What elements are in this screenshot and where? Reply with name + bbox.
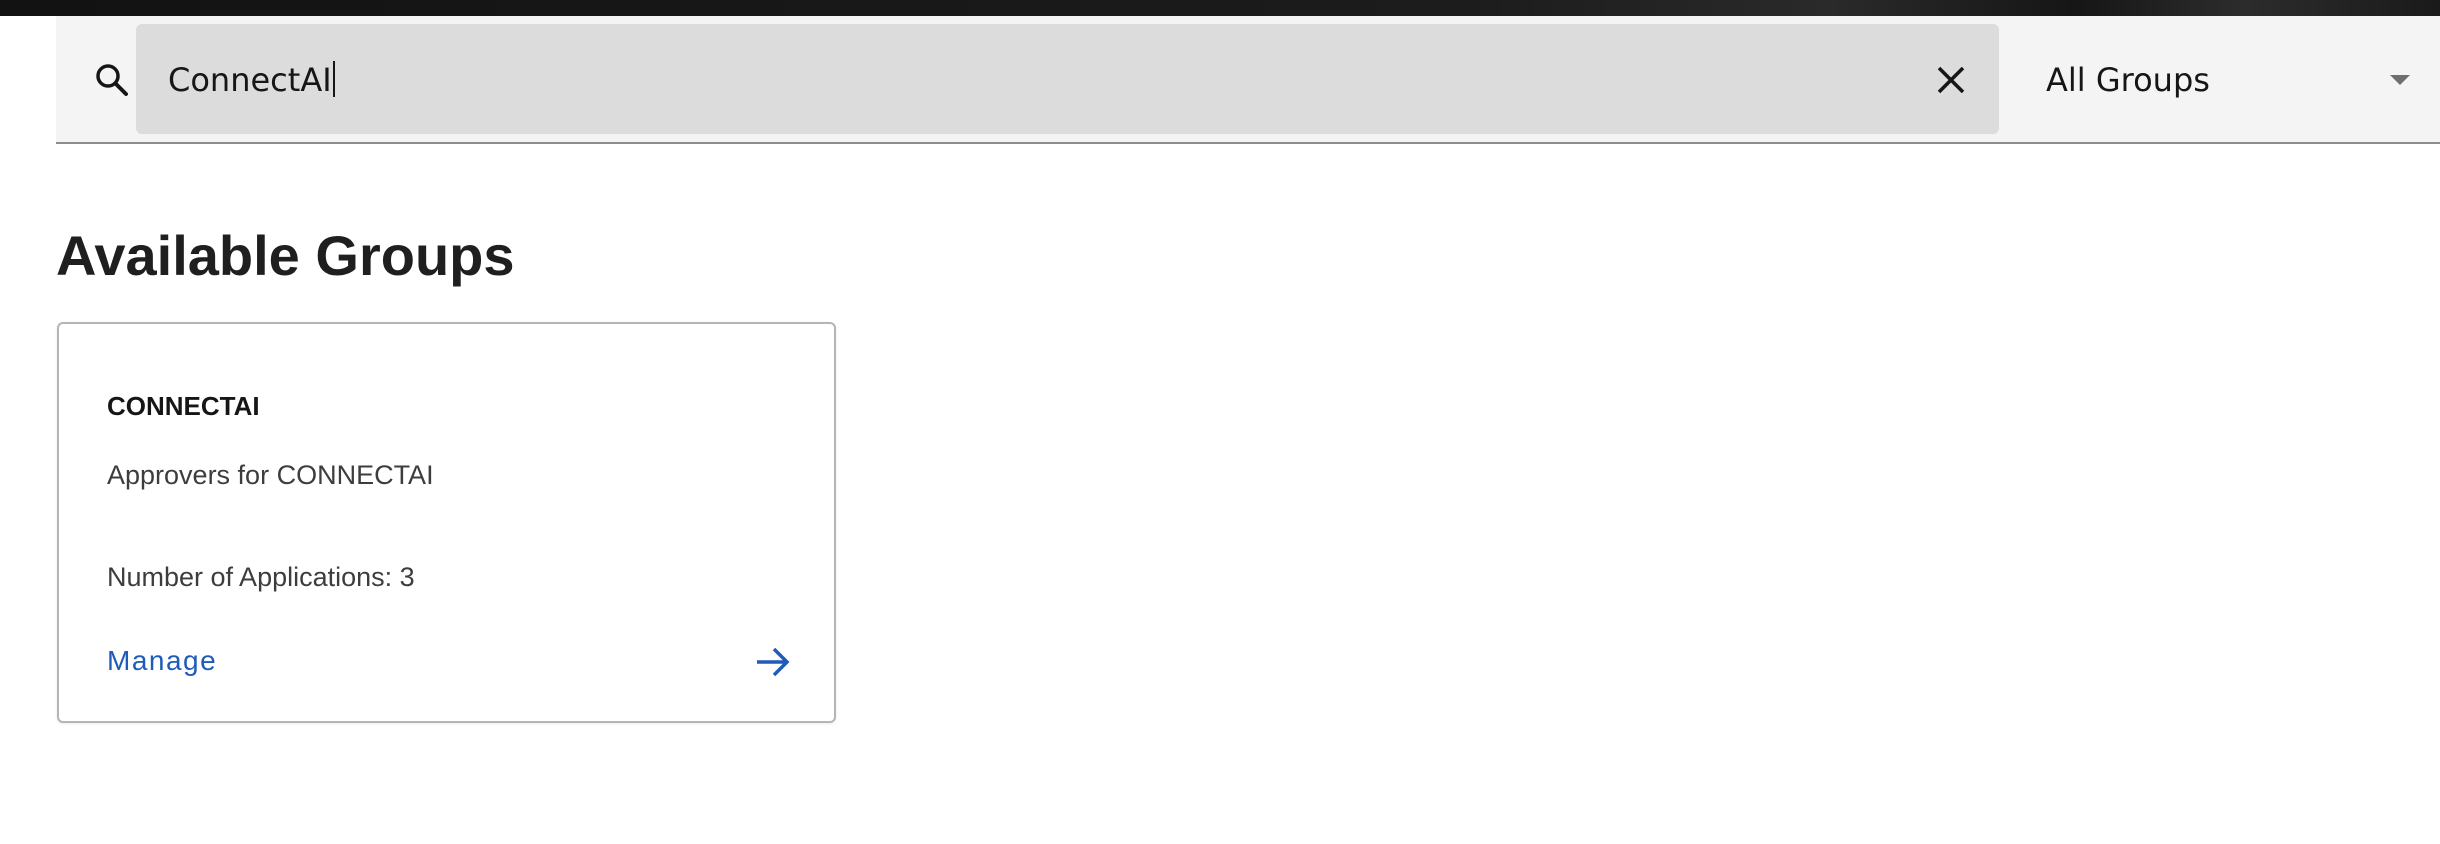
application-count: Number of Applications: 3 (107, 562, 415, 592)
group-filter-dropdown[interactable]: All Groups (2014, 24, 2440, 134)
manage-link-label[interactable]: Manage (107, 644, 217, 678)
close-icon[interactable] (1931, 60, 1971, 100)
group-card: CONNECTAI Approvers for CONNECTAI Number… (57, 322, 836, 723)
group-filter-value[interactable]: All Groups (2046, 60, 2210, 100)
header-banner-image (0, 0, 2440, 16)
group-description: Approvers for CONNECTAI (107, 460, 434, 490)
arrow-right-icon[interactable] (753, 642, 793, 682)
search-toolbar: ConnectAI All Groups (56, 16, 2440, 144)
search-input-value[interactable]: ConnectAI (168, 60, 335, 100)
page-title: Available Groups (56, 224, 515, 287)
search-input[interactable]: ConnectAI (136, 24, 1999, 134)
group-name: CONNECTAI (107, 391, 260, 421)
text-cursor (332, 61, 335, 97)
search-icon (92, 60, 132, 100)
manage-link[interactable]: Manage (107, 640, 793, 684)
caret-down-icon[interactable] (2388, 72, 2412, 88)
